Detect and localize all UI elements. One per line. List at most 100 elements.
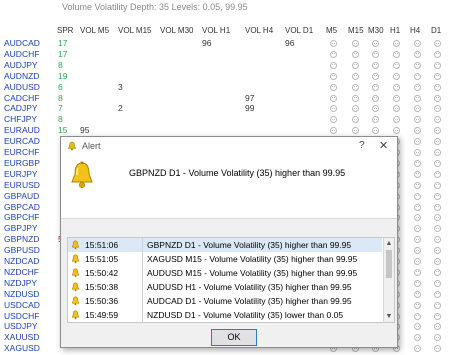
alert-time: 15:50:38 [85, 282, 119, 292]
column-header: H4 [410, 26, 421, 35]
symbol-label[interactable]: NZDJPY [4, 278, 37, 288]
alert-history-list[interactable]: 15:51:06 GBPNZD D1 - Volume Volatility (3… [67, 237, 395, 323]
symbol-label[interactable]: GBPUSD [4, 245, 40, 255]
bell-icon [71, 310, 80, 320]
help-button[interactable]: ? [359, 140, 365, 151]
alert-dialog: Alert ? ✕ GBPNZD D1 - Volume Volatility … [60, 136, 398, 348]
neutral-face-icon [434, 170, 441, 178]
symbol-label[interactable]: NZDCAD [4, 256, 39, 266]
neutral-face-icon [414, 40, 421, 47]
symbol-label[interactable]: AUDUSD [4, 82, 40, 92]
alert-history-row[interactable]: 15:50:36 AUDCAD D1 - Volume Volatility (3… [68, 294, 382, 308]
bell-icon [71, 268, 80, 278]
neutral-face-icon [372, 61, 379, 69]
symbol-label[interactable]: XAUUSD [4, 332, 39, 342]
neutral-face-icon [434, 290, 441, 298]
neutral-face-icon [434, 214, 441, 222]
neutral-face-icon [414, 236, 421, 244]
column-headers: SPR VOL M5 VOL M15 VOL M30 VOL H1 VOL H4 VOL D… [0, 26, 474, 38]
neutral-face-icon [352, 83, 359, 91]
neutral-face-icon [330, 83, 337, 91]
neutral-face-icon [330, 72, 337, 80]
volume-value: 97 [245, 92, 255, 103]
column-divider [142, 252, 143, 266]
scrollbar[interactable]: ▲ ▼ [383, 238, 394, 322]
neutral-face-icon [330, 116, 337, 124]
neutral-face-icon [414, 345, 421, 353]
symbol-label[interactable]: CADCHF [4, 93, 39, 103]
bell-icon [71, 240, 80, 250]
bell-icon [71, 296, 80, 306]
symbol-label[interactable]: NZDCHF [4, 267, 39, 277]
alert-history-row[interactable]: 15:50:42 AUDUSD M15 - Volume Volatility (… [68, 266, 382, 280]
neutral-face-icon [330, 127, 337, 135]
symbol-label[interactable]: CADJPY [4, 103, 38, 113]
neutral-face-icon [414, 94, 421, 102]
symbol-label[interactable]: NZDUSD [4, 289, 39, 299]
symbol-label[interactable]: EURCAD [4, 136, 40, 146]
neutral-face-icon [414, 323, 421, 331]
neutral-face-icon [414, 279, 421, 287]
neutral-face-icon [434, 268, 441, 276]
symbol-label[interactable]: EURAUD [4, 125, 40, 135]
neutral-face-icon [352, 127, 359, 135]
symbol-label[interactable]: AUDCAD [4, 38, 40, 48]
symbol-label[interactable]: EURUSD [4, 180, 40, 190]
symbol-label[interactable]: USDJPY [4, 321, 38, 331]
symbol-label[interactable]: XAGUSD [4, 343, 40, 353]
neutral-face-icon [352, 40, 359, 47]
scroll-down-icon[interactable]: ▼ [385, 312, 393, 321]
alert-history-row[interactable]: 15:51:06 GBPNZD D1 - Volume Volatility (3… [68, 238, 382, 252]
symbol-label[interactable]: USDCHF [4, 311, 39, 321]
column-divider [142, 238, 143, 252]
neutral-face-icon [434, 116, 441, 124]
column-header: VOL H4 [245, 26, 274, 35]
scroll-up-icon[interactable]: ▲ [385, 239, 393, 248]
spread-value: 15 [58, 125, 68, 136]
volume-value: 96 [285, 38, 295, 48]
symbol-label[interactable]: GBPNZD [4, 234, 39, 244]
alert-history-row[interactable]: 15:49:59 NZDUSD D1 - Volume Volatility (3… [68, 308, 382, 322]
neutral-face-icon [434, 61, 441, 69]
symbol-label[interactable]: AUDJPY [4, 60, 38, 70]
symbol-label[interactable]: CHFJPY [4, 114, 37, 124]
neutral-face-icon [434, 345, 441, 353]
alert-history-row[interactable]: 15:51:05 XAGUSD M15 - Volume Volatility (… [68, 252, 382, 266]
symbol-label[interactable]: GBPJPY [4, 223, 38, 233]
neutral-face-icon [372, 72, 379, 80]
neutral-face-icon [414, 170, 421, 178]
symbol-label[interactable]: EURGBP [4, 158, 40, 168]
alert-time: 15:50:42 [85, 268, 119, 278]
symbol-label[interactable]: GBPAUD [4, 191, 39, 201]
column-header: M5 [326, 26, 338, 35]
symbol-label[interactable]: EURJPY [4, 169, 38, 179]
column-header: VOL M30 [160, 26, 194, 35]
spread-value: 17 [58, 38, 68, 48]
spread-value: 17 [58, 48, 68, 59]
symbol-label[interactable]: USDCAD [4, 300, 40, 310]
neutral-face-icon [414, 149, 421, 156]
neutral-face-icon [352, 72, 359, 80]
symbol-label[interactable]: GBPCAD [4, 202, 40, 212]
alert-time: 15:49:59 [85, 310, 119, 320]
column-header: H1 [390, 26, 401, 35]
neutral-face-icon [434, 105, 441, 113]
volume-value: 95 [80, 125, 90, 136]
symbol-label[interactable]: GBPCHF [4, 212, 39, 222]
ok-button[interactable]: OK [211, 329, 257, 346]
neutral-face-icon [414, 61, 421, 69]
neutral-face-icon [352, 116, 359, 124]
neutral-face-icon [372, 105, 379, 113]
bell-icon [68, 141, 76, 151]
neutral-face-icon [372, 83, 379, 91]
close-button[interactable]: ✕ [379, 139, 388, 152]
alert-history-row[interactable]: 15:50:38 AUDUSD H1 - Volume Volatility (3… [68, 280, 382, 294]
symbol-label[interactable]: AUDCHF [4, 49, 39, 59]
neutral-face-icon [393, 94, 400, 102]
neutral-face-icon [414, 127, 421, 135]
symbol-label[interactable]: EURCHF [4, 147, 39, 157]
neutral-face-icon [434, 225, 441, 233]
symbol-label[interactable]: AUDNZD [4, 71, 39, 81]
column-header: VOL M15 [118, 26, 152, 35]
scroll-thumb[interactable] [386, 250, 392, 278]
